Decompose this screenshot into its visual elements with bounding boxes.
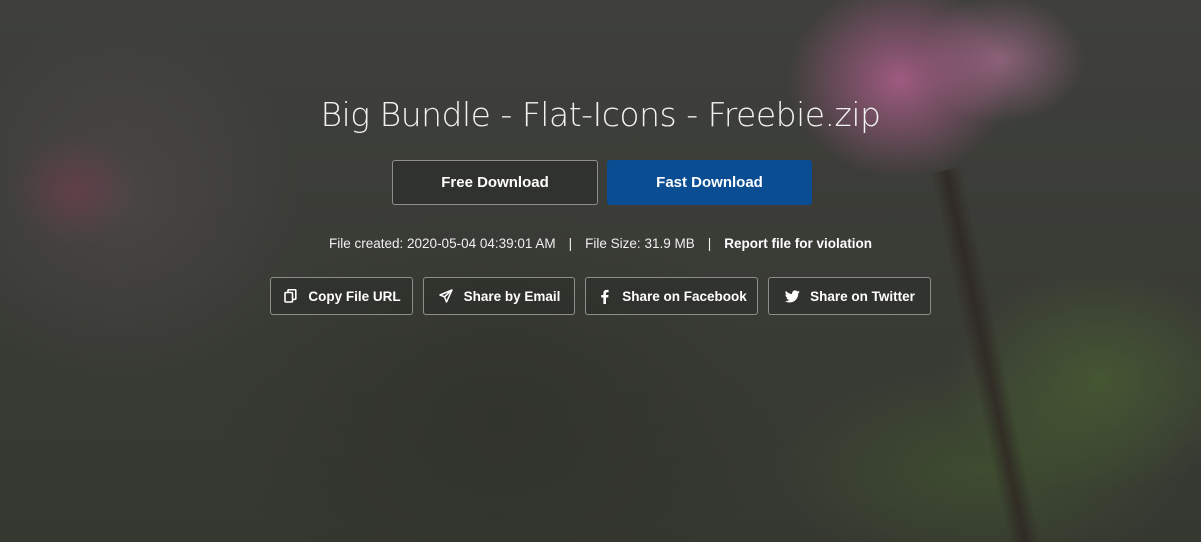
share-buttons: Copy File URL Share by Email Share on Fa… bbox=[270, 277, 931, 315]
share-by-email-button[interactable]: Share by Email bbox=[423, 277, 575, 315]
download-buttons: Free Download Fast Download bbox=[392, 160, 812, 205]
free-download-button[interactable]: Free Download bbox=[392, 160, 598, 205]
share-on-twitter-label: Share on Twitter bbox=[810, 288, 915, 304]
copy-file-url-button[interactable]: Copy File URL bbox=[270, 277, 413, 315]
download-panel: Big Bundle - Flat-Icons - Freebie.zip Fr… bbox=[0, 0, 1201, 542]
copy-icon bbox=[282, 288, 298, 304]
fast-download-button[interactable]: Fast Download bbox=[607, 160, 812, 205]
share-on-facebook-button[interactable]: Share on Facebook bbox=[585, 277, 758, 315]
facebook-icon bbox=[596, 288, 612, 304]
share-by-email-label: Share by Email bbox=[463, 288, 561, 304]
file-info: File created: 2020-05-04 04:39:01 AM | Fil… bbox=[0, 234, 1201, 254]
separator: | bbox=[568, 236, 573, 251]
separator: | bbox=[707, 236, 712, 251]
file-created: File created: 2020-05-04 04:39:01 AM bbox=[329, 236, 556, 251]
share-on-facebook-label: Share on Facebook bbox=[622, 288, 747, 304]
file-size: File Size: 31.9 MB bbox=[585, 236, 695, 251]
twitter-icon bbox=[784, 288, 800, 304]
copy-file-url-label: Copy File URL bbox=[308, 288, 401, 304]
report-violation-link[interactable]: Report file for violation bbox=[724, 236, 872, 251]
share-on-twitter-button[interactable]: Share on Twitter bbox=[768, 277, 931, 315]
paper-plane-icon bbox=[438, 288, 454, 304]
page-title: Big Bundle - Flat-Icons - Freebie.zip bbox=[320, 95, 881, 134]
